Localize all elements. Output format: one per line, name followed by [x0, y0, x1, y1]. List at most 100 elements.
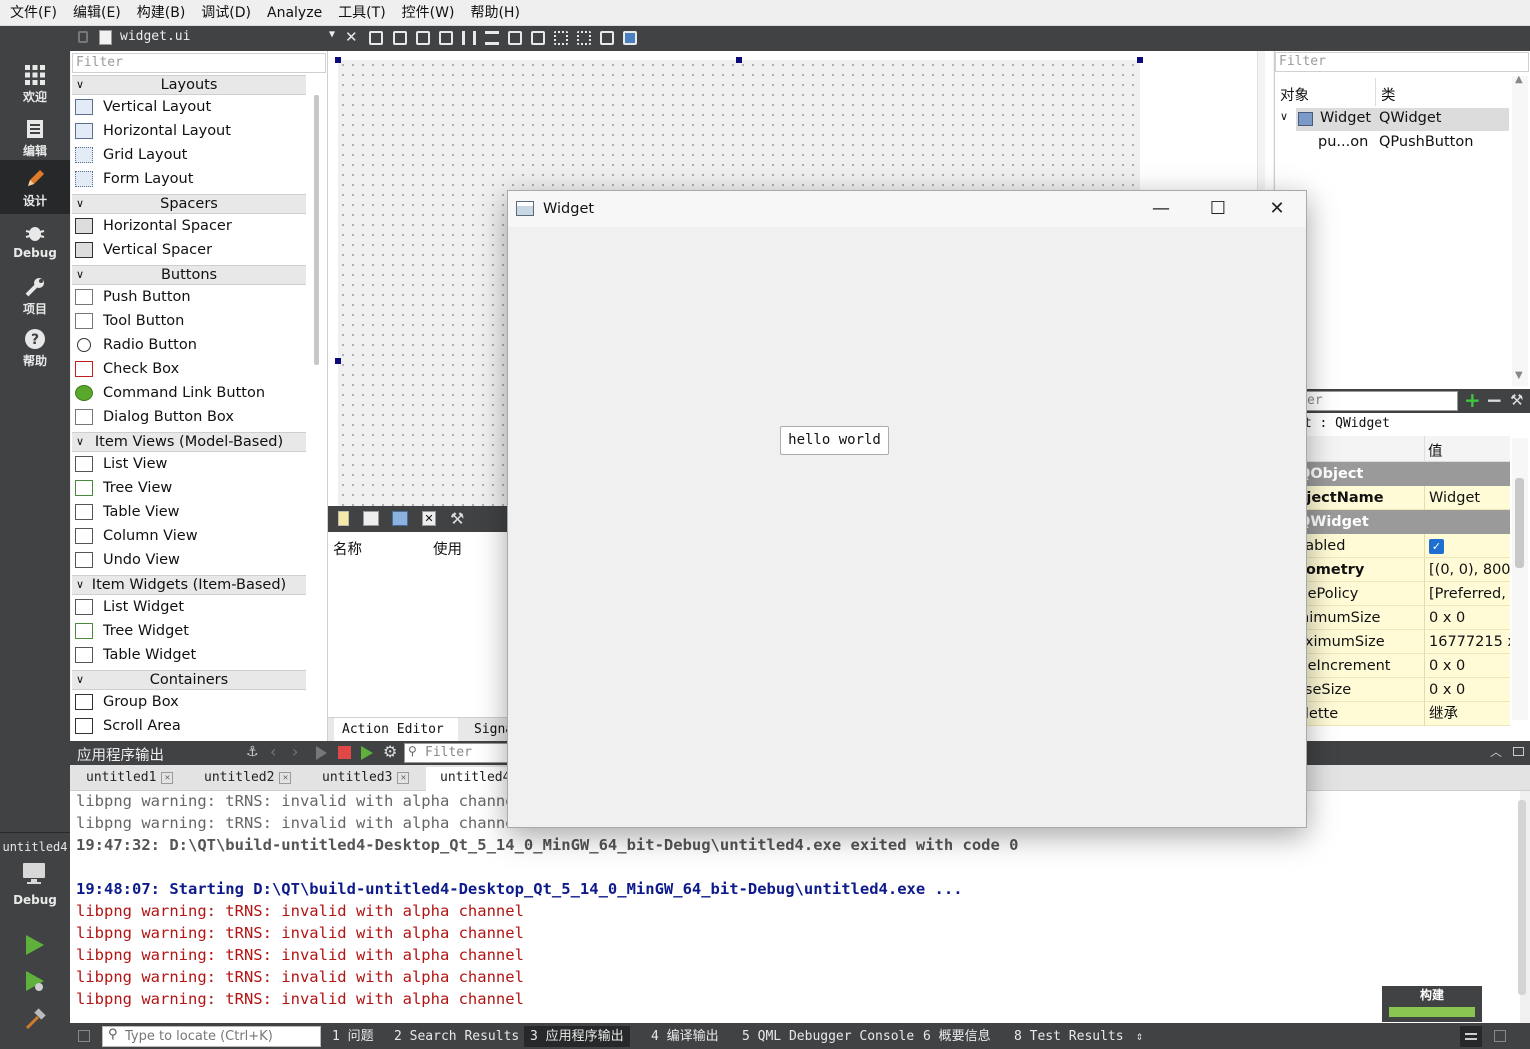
scroll-down-icon[interactable]: ▼ — [1515, 370, 1523, 381]
property-row[interactable]: izePolicy[Preferred, P — [1296, 582, 1510, 606]
property-scrollbar[interactable] — [1512, 438, 1528, 720]
wrench-icon[interactable]: ⚒ — [450, 509, 464, 528]
widget-form-layout[interactable]: Form Layout — [75, 167, 305, 191]
mode-debug[interactable]: Debug — [0, 214, 70, 266]
adjust-size-icon[interactable] — [623, 31, 637, 45]
widget-list-widget[interactable]: List Widget — [75, 595, 305, 619]
pane-general-messages[interactable]: 6 概要信息 — [917, 1026, 997, 1047]
pane-application-output[interactable]: 3 应用程序输出 — [524, 1026, 630, 1047]
close-pane-icon[interactable] — [1513, 747, 1524, 756]
resize-handle[interactable] — [335, 358, 341, 364]
pane-qml-debugger-console[interactable]: 5 QML Debugger Console — [736, 1026, 920, 1047]
property-value[interactable]: [Preferred, P — [1424, 582, 1510, 606]
column-header-object[interactable]: 对象 — [1280, 84, 1309, 105]
category-spacers[interactable]: ∨ Spacers — [72, 194, 306, 214]
menu-file[interactable]: 文件(F) — [2, 0, 65, 26]
stop-icon[interactable] — [338, 746, 351, 759]
category-item-views[interactable]: ∨ Item Views (Model-Based) — [72, 432, 306, 452]
remove-property-icon[interactable]: − — [1486, 389, 1503, 411]
paste-action-icon[interactable] — [392, 511, 408, 526]
hello-world-button[interactable]: hello world — [780, 426, 889, 455]
toggle-right-sidebar-icon[interactable] — [1494, 1030, 1506, 1042]
property-value[interactable]: [(0, 0), 800 x — [1424, 558, 1510, 582]
output-scrollbar[interactable] — [1518, 800, 1526, 995]
mode-projects[interactable]: 项目 — [0, 268, 70, 320]
copy-action-icon[interactable] — [363, 511, 379, 526]
resize-handle[interactable] — [1137, 57, 1143, 63]
resize-handle[interactable] — [736, 57, 742, 63]
layout-v-splitter-icon[interactable] — [531, 31, 545, 45]
column-header-name[interactable]: 名称 — [333, 538, 362, 559]
next-icon[interactable]: › — [292, 742, 298, 761]
add-property-icon[interactable]: + — [1464, 389, 1481, 411]
category-layouts[interactable]: ∨ Layouts — [72, 75, 306, 95]
edit-buddies-icon[interactable] — [416, 31, 430, 45]
close-document-icon[interactable]: ✕ — [345, 28, 358, 46]
widget-table-view[interactable]: Table View — [75, 500, 305, 524]
widget-group-box[interactable]: Group Box — [75, 690, 305, 714]
maximize-icon[interactable]: ☐ — [1207, 198, 1229, 220]
tab-untitled2[interactable]: untitled2 ✕ — [190, 767, 292, 791]
category-containers[interactable]: ∨ Containers — [72, 670, 306, 690]
property-value[interactable]: ✓ — [1424, 534, 1510, 558]
tab-untitled3[interactable]: untitled3 ✕ — [308, 767, 410, 791]
new-action-icon[interactable] — [338, 511, 349, 526]
more-panes-icon[interactable]: ⇕ — [1136, 1026, 1143, 1047]
widget-horizontal-spacer[interactable]: Horizontal Spacer — [75, 214, 305, 238]
layout-vertical-icon[interactable] — [485, 31, 499, 45]
tab-action-editor[interactable]: Action Editor — [334, 718, 458, 742]
mode-welcome[interactable]: 欢迎 — [0, 56, 70, 108]
widget-undo-view[interactable]: Undo View — [75, 548, 305, 572]
layout-grid-icon[interactable] — [577, 31, 591, 45]
widget-dialog-button-box[interactable]: Dialog Button Box — [75, 405, 305, 429]
property-value[interactable]: 0 x 0 — [1424, 654, 1510, 678]
tab-untitled4[interactable]: untitled4 — [426, 767, 516, 792]
wrench-icon[interactable]: ⚒ — [1510, 391, 1523, 409]
edit-widgets-icon[interactable] — [369, 31, 383, 45]
property-value[interactable]: Widget — [1424, 486, 1510, 510]
scrollbar-thumb[interactable] — [1515, 478, 1524, 568]
layout-h-splitter-icon[interactable] — [508, 31, 522, 45]
widget-horizontal-layout[interactable]: Horizontal Layout — [75, 119, 305, 143]
widget-push-button[interactable]: Push Button — [75, 285, 305, 309]
maximize-pane-icon[interactable]: ︿ — [1490, 743, 1502, 760]
close-tab-icon[interactable]: ✕ — [279, 771, 292, 784]
widget-scroll-area[interactable]: Scroll Area — [75, 714, 305, 738]
run-button[interactable] — [24, 934, 46, 960]
column-header-value[interactable]: 值 — [1428, 440, 1443, 461]
edit-tab-order-icon[interactable] — [439, 31, 453, 45]
menu-edit[interactable]: 编辑(E) — [65, 0, 129, 26]
pane-search-results[interactable]: 2 Search Results — [388, 1026, 525, 1047]
tab-untitled1[interactable]: untitled1 ✕ — [72, 767, 174, 791]
mode-design[interactable]: 设计 — [0, 160, 70, 214]
widget-list-view[interactable]: List View — [75, 452, 305, 476]
gear-icon[interactable]: ⚙ — [383, 742, 397, 761]
menu-debug[interactable]: 调试(D) — [193, 0, 259, 26]
resize-handle[interactable] — [335, 57, 341, 63]
property-row[interactable]: aseSize 0 x 0 — [1296, 678, 1510, 702]
mode-edit[interactable]: 编辑 — [0, 110, 70, 162]
pane-compile-output[interactable]: 4 编译输出 — [645, 1026, 725, 1047]
toggle-sidebar-icon[interactable] — [78, 1030, 90, 1042]
tree-row-pushbutton[interactable]: pu...on QPushButton — [1296, 132, 1509, 155]
tree-row-widget[interactable]: ∨ Widget QWidget — [1280, 108, 1509, 131]
pane-issues[interactable]: 1 问题 — [326, 1026, 380, 1047]
widget-vertical-layout[interactable]: Vertical Layout — [75, 95, 305, 119]
layout-horizontal-icon[interactable] — [462, 31, 476, 45]
close-icon[interactable]: ✕ — [1266, 198, 1288, 220]
widget-grid-layout[interactable]: Grid Layout — [75, 143, 305, 167]
category-buttons[interactable]: ∨ Buttons — [72, 265, 306, 285]
widget-box-scrollbar[interactable] — [314, 95, 319, 365]
property-row[interactable]: aximumSize 16777215 x — [1296, 630, 1510, 654]
column-header-used[interactable]: 使用 — [433, 538, 462, 559]
property-row[interactable]: bjectName Widget — [1296, 486, 1510, 510]
column-header-class[interactable]: 类 — [1381, 84, 1396, 105]
menu-help[interactable]: 帮助(H) — [462, 0, 527, 26]
close-tab-icon[interactable]: ✕ — [161, 771, 174, 784]
close-tab-icon[interactable]: ✕ — [397, 771, 410, 784]
rerun-icon[interactable] — [316, 746, 327, 760]
widget-tree-widget[interactable]: Tree Widget — [75, 619, 305, 643]
menu-build[interactable]: 构建(B) — [129, 0, 194, 26]
property-value[interactable]: 16777215 x — [1424, 630, 1510, 654]
widget-column-view[interactable]: Column View — [75, 524, 305, 548]
